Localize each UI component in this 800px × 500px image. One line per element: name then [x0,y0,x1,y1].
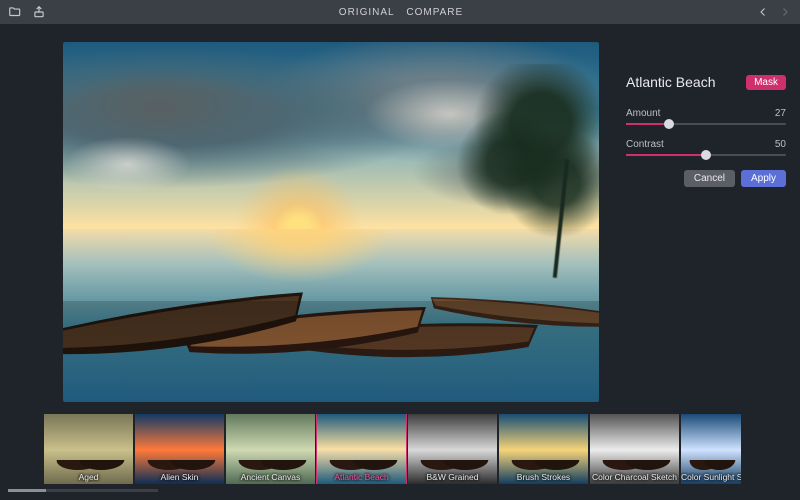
slider-amount-value: 27 [775,108,786,119]
share-icon[interactable] [32,5,46,19]
slider-amount-track[interactable] [626,123,786,125]
filter-strip[interactable]: AgedAlien SkinAncient CanvasAtlantic Bea… [44,414,792,484]
tab-original[interactable]: ORIGINAL [339,7,395,18]
adjustments-panel: Atlantic Beach Mask Amount 27 Contrast 5… [620,24,800,412]
filter-thumb-BWGrained[interactable]: B&W Grained [408,414,497,484]
topbar: ORIGINAL COMPARE [0,0,800,24]
filter-thumb-AtlanticBeach[interactable]: Atlantic Beach [317,414,406,484]
slider-amount: Amount 27 [626,108,786,125]
slider-contrast-track[interactable] [626,154,786,156]
filter-thumb-BrushStrokes[interactable]: Brush Strokes [499,414,588,484]
filter-thumb-Aged[interactable]: Aged [44,414,133,484]
slider-amount-label: Amount [626,108,660,119]
apply-button[interactable]: Apply [741,170,786,187]
filter-thumb-ColorSunlightSpots[interactable]: Color Sunlight Spots [681,414,741,484]
filter-thumb-ColorCharcoalSketch[interactable]: Color Charcoal Sketch [590,414,679,484]
filter-thumb-AlienSkin[interactable]: Alien Skin [135,414,224,484]
filter-thumb-AncientCanvas[interactable]: Ancient Canvas [226,414,315,484]
slider-contrast: Contrast 50 [626,139,786,156]
view-mode-tabs: ORIGINAL COMPARE [46,7,756,18]
nav-back-icon[interactable] [756,5,770,19]
slider-contrast-value: 50 [775,139,786,150]
slider-contrast-thumb[interactable] [701,150,711,160]
slider-contrast-label: Contrast [626,139,664,150]
mask-button[interactable]: Mask [746,75,786,90]
tab-compare[interactable]: COMPARE [406,7,463,18]
nav-forward-icon [778,5,792,19]
image-preview[interactable] [63,42,599,402]
slider-amount-thumb[interactable] [664,119,674,129]
cancel-button[interactable]: Cancel [684,170,735,187]
filter-strip-scrollbar[interactable] [8,489,158,492]
filter-title: Atlantic Beach [626,74,716,90]
open-folder-icon[interactable] [8,5,22,19]
